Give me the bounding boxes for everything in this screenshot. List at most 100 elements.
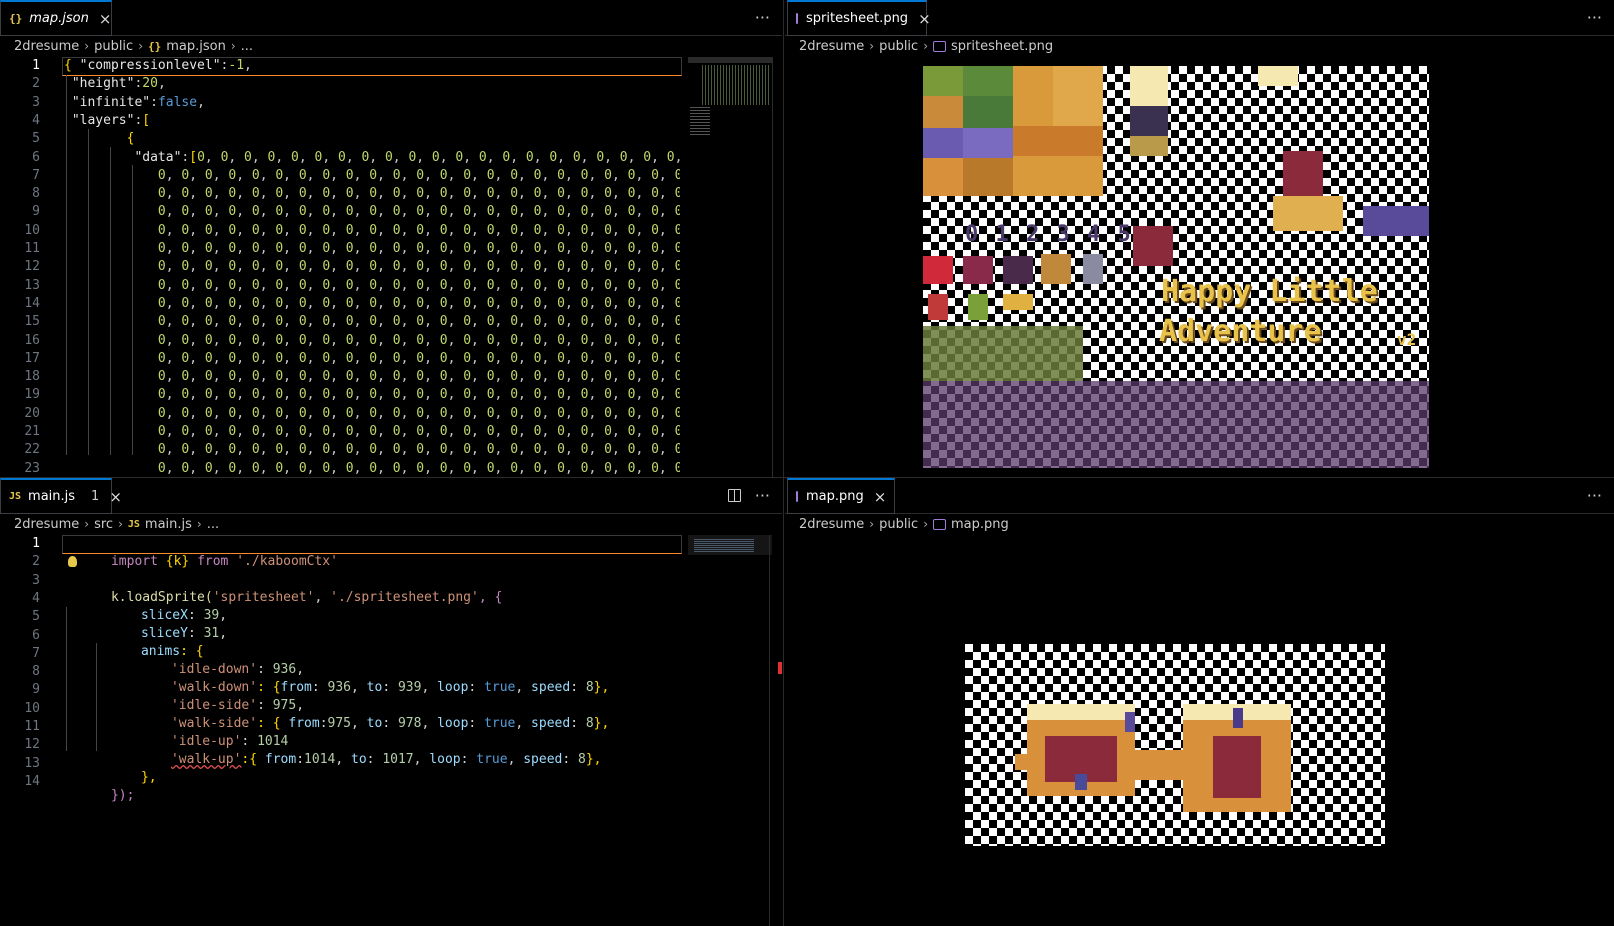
chevron-right-icon: › — [923, 39, 929, 53]
code-line: 18 0, 0, 0, 0, 0, 0, 0, 0, 0, 0, 0, 0, 0… — [0, 368, 680, 386]
code-line-1: import {k} from './kaboomCtx' — [110, 554, 338, 569]
line-number: 9 — [32, 204, 40, 220]
editor-actions: ··· — [727, 478, 770, 513]
code-line: 2 "height":20, — [0, 75, 680, 93]
code-line: 11 0, 0, 0, 0, 0, 0, 0, 0, 0, 0, 0, 0, 0… — [0, 240, 680, 258]
code-text: 0, 0, 0, 0, 0, 0, 0, 0, 0, 0, 0, 0, 0, 0… — [157, 369, 680, 385]
sprite-tiles — [923, 66, 1429, 468]
code-area[interactable]: 1{ "compressionlevel":-1, 2 "height":20, 3… — [0, 57, 782, 478]
tab-map-png[interactable]: map.png × — [787, 478, 895, 514]
line-number: 23 — [24, 460, 40, 476]
breadcrumb-item[interactable]: 2dresume — [799, 39, 864, 54]
line-number: 13 — [24, 277, 40, 293]
code-line: 14 0, 0, 0, 0, 0, 0, 0, 0, 0, 0, 0, 0, 0… — [0, 295, 680, 313]
line-number: 12 — [24, 259, 40, 275]
tab-map-json[interactable]: {} map.json × — [0, 0, 112, 36]
code-line-11: 'idle-up': 1014 — [170, 734, 289, 749]
breadcrumb-item[interactable]: main.js — [145, 517, 192, 532]
map-image — [965, 644, 1385, 846]
chevron-right-icon: › — [84, 517, 90, 531]
error-marker — [778, 662, 782, 674]
editor-actions: ··· — [1587, 0, 1602, 35]
breadcrumb-item[interactable]: spritesheet.png — [951, 39, 1053, 54]
split-editor-icon[interactable] — [727, 489, 741, 502]
code-line: 1 { "compressionlevel":-1, — [0, 57, 680, 75]
breadcrumb-item[interactable]: 2dresume — [799, 517, 864, 532]
code-text: { — [126, 131, 135, 147]
code-line: 13 0, 0, 0, 0, 0, 0, 0, 0, 0, 0, 0, 0, 0… — [0, 277, 680, 295]
code-text: "height":20, — [71, 76, 166, 92]
js-file-icon: JS — [9, 491, 22, 502]
close-icon[interactable]: × — [99, 10, 112, 28]
code-text: "layers":[ — [71, 112, 151, 128]
code-text: 0, 0, 0, 0, 0, 0, 0, 0, 0, 0, 0, 0, 0, 0… — [157, 350, 680, 366]
chevron-right-icon: › — [84, 39, 90, 53]
map-json-editor[interactable]: {} map.json × ··· 2dresume › public › {}… — [0, 0, 782, 478]
code-line-9: 'idle-side': 975, — [170, 698, 305, 713]
line-number: 14 — [24, 295, 40, 311]
code-text: 0, 0, 0, 0, 0, 0, 0, 0, 0, 0, 0, 0, 0, 0… — [157, 277, 680, 293]
image-file-icon — [796, 491, 798, 502]
line-number: 15 — [24, 314, 40, 330]
breadcrumb-item[interactable]: 2dresume — [14, 39, 79, 54]
error-squiggle: 'walk-up' — [170, 752, 242, 767]
code-line: 17 0, 0, 0, 0, 0, 0, 0, 0, 0, 0, 0, 0, 0… — [0, 350, 680, 368]
main-js-editor[interactable]: JS main.js 1 × ··· 2dresume › src › JS m… — [0, 478, 782, 926]
code-area[interactable]: 1 2 3 4 5 6 7 8 9 10 11 12 13 14 import {k} from './k… — [0, 535, 782, 926]
code-line-8: 'walk-down': {from: 936, to: 939, loop: … — [170, 680, 610, 695]
breadcrumb-item[interactable]: public — [879, 517, 918, 532]
map-png-viewer[interactable]: map.png × ··· 2dresume › public › map.pn… — [785, 478, 1614, 926]
minimap[interactable] — [688, 57, 772, 478]
spritesheet-version: v2 — [1397, 330, 1417, 349]
line-number: 5 — [32, 131, 40, 147]
breadcrumb-item[interactable]: src — [94, 517, 113, 532]
more-actions-icon[interactable]: ··· — [1587, 486, 1602, 505]
json-file-icon: {} — [148, 39, 162, 53]
spritesheet-title-line2: Adventure — [1159, 314, 1322, 349]
chevron-right-icon: › — [196, 517, 202, 531]
code-line: 22 0, 0, 0, 0, 0, 0, 0, 0, 0, 0, 0, 0, 0… — [0, 441, 680, 459]
code-line: 16 0, 0, 0, 0, 0, 0, 0, 0, 0, 0, 0, 0, 0… — [0, 332, 680, 350]
tab-main-js[interactable]: JS main.js 1 × — [0, 478, 122, 514]
lightbulb-icon[interactable] — [68, 556, 77, 567]
image-file-icon — [933, 40, 947, 52]
line-number: 1 — [32, 58, 40, 73]
code-text: 0, 0, 0, 0, 0, 0, 0, 0, 0, 0, 0, 0, 0, 0… — [157, 314, 680, 330]
code-line: 23 0, 0, 0, 0, 0, 0, 0, 0, 0, 0, 0, 0, 0… — [0, 460, 680, 478]
close-icon[interactable]: × — [874, 488, 887, 506]
code-text: { "compressionlevel":-1, — [64, 58, 252, 73]
breadcrumb-item[interactable]: 2dresume — [14, 517, 79, 532]
breadcrumb-item[interactable]: public — [94, 39, 133, 54]
line-number: 22 — [24, 442, 40, 458]
breadcrumb-item[interactable]: map.json — [166, 39, 226, 54]
code-text: 0, 0, 0, 0, 0, 0, 0, 0, 0, 0, 0, 0, 0, 0… — [157, 442, 680, 458]
close-icon[interactable]: × — [918, 10, 931, 28]
code-line: 21 0, 0, 0, 0, 0, 0, 0, 0, 0, 0, 0, 0, 0… — [0, 423, 680, 441]
breadcrumb-item[interactable]: ... — [207, 517, 219, 532]
chevron-right-icon: › — [118, 517, 123, 531]
more-actions-icon[interactable]: ··· — [755, 486, 770, 505]
code-line-10: 'walk-side': { from:975, to: 978, loop: … — [170, 716, 610, 731]
chevron-right-icon: › — [138, 39, 144, 53]
breadcrumb-item[interactable]: ... — [241, 39, 253, 54]
spritesheet-viewer[interactable]: spritesheet.png × ··· 2dresume › public … — [785, 0, 1614, 478]
tab-spritesheet[interactable]: spritesheet.png × — [787, 0, 931, 36]
minimap[interactable] — [688, 535, 772, 926]
code-line-6: anims: { — [140, 644, 204, 659]
code-line: 4 "layers":[ — [0, 112, 680, 130]
line-number: 21 — [24, 424, 40, 439]
breadcrumb-item[interactable]: public — [879, 39, 918, 54]
line-number: 6 — [32, 149, 40, 165]
close-icon[interactable]: × — [109, 488, 122, 506]
tab-label: map.json — [29, 11, 89, 26]
vertical-sash[interactable] — [783, 0, 784, 926]
editor-actions: ··· — [1587, 478, 1602, 513]
code-text: "data":[0, 0, 0, 0, 0, 0, 0, 0, 0, 0, 0,… — [134, 149, 680, 165]
code-line-13: }, — [140, 770, 157, 785]
problem-count-badge: 1 — [91, 489, 100, 504]
tab-bar: spritesheet.png × ··· — [785, 0, 1614, 36]
tab-bar: JS main.js 1 × ··· — [0, 478, 782, 514]
more-actions-icon[interactable]: ··· — [1587, 8, 1602, 27]
breadcrumb-item[interactable]: map.png — [951, 517, 1009, 532]
more-actions-icon[interactable]: ··· — [755, 8, 770, 27]
